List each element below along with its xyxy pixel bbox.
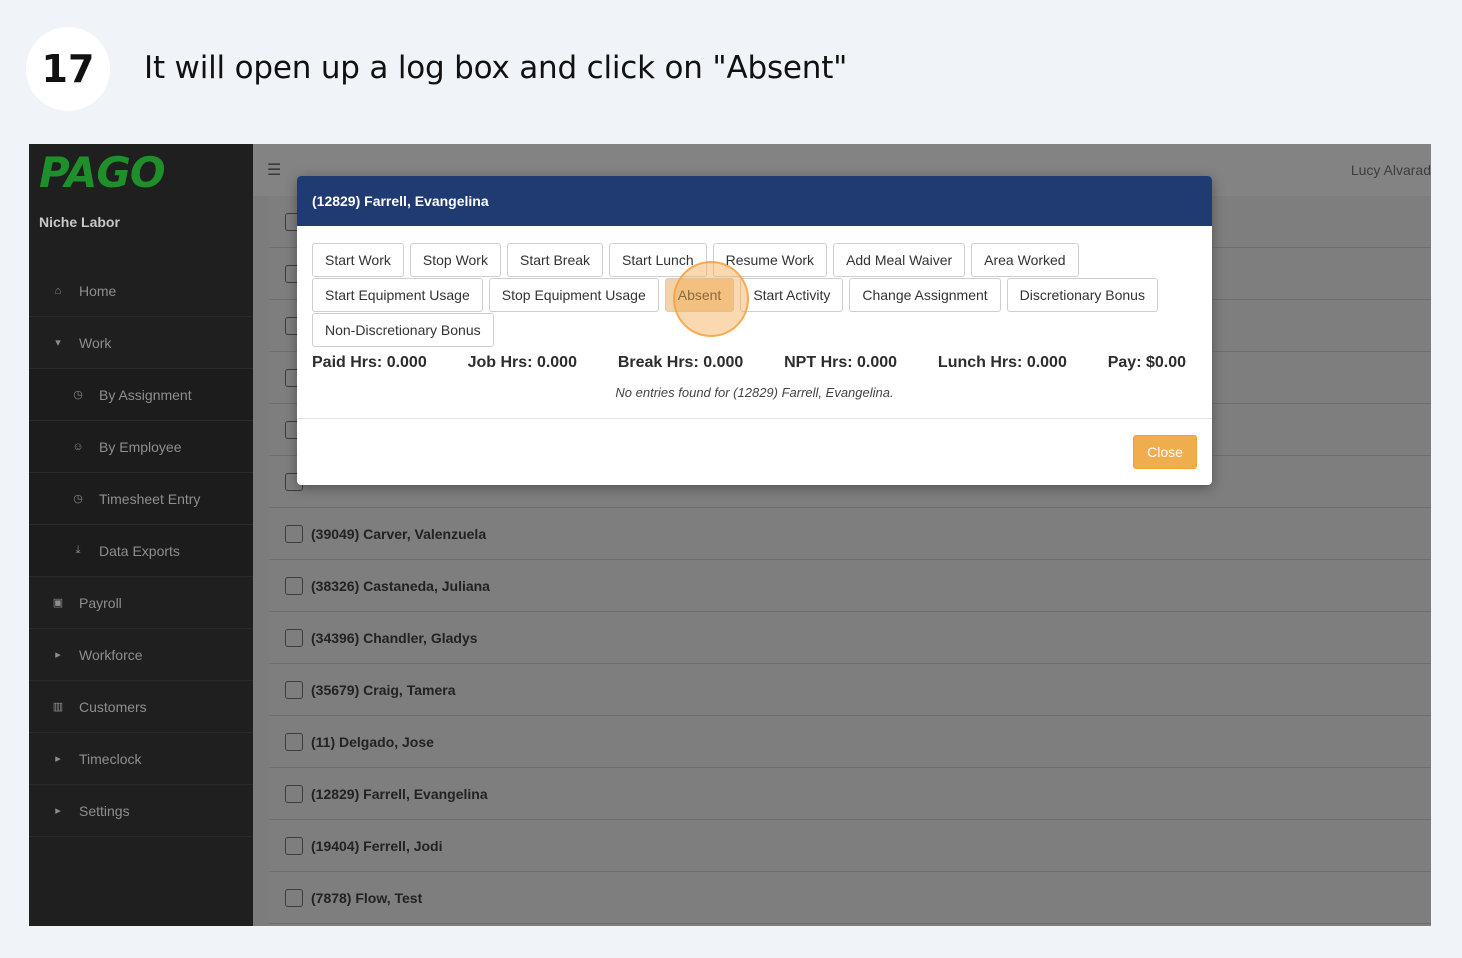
- employee-row[interactable]: (35679) Craig, Tamera: [269, 664, 1431, 716]
- divider: [297, 418, 1212, 419]
- modal-title: (12829) Farrell, Evangelina: [312, 193, 489, 209]
- discretionary-bonus-button[interactable]: Discretionary Bonus: [1006, 278, 1158, 312]
- caret-right-icon: ▸: [55, 753, 61, 765]
- employee-row[interactable]: (11) Delgado, Jose: [269, 716, 1431, 768]
- company-name: Niche Labor: [39, 214, 120, 230]
- user-name[interactable]: Lucy Alvarad: [1351, 162, 1431, 178]
- building-icon: ▥: [52, 701, 64, 713]
- step-number-badge: 17: [26, 27, 110, 111]
- add-meal-waiver-button[interactable]: Add Meal Waiver: [833, 243, 966, 277]
- sidebar-item[interactable]: ⌂ Home: [29, 265, 253, 317]
- stat-value: Lunch Hrs: 0.000: [937, 354, 1067, 371]
- download-icon: ⤓: [75, 544, 81, 556]
- caret-down-icon: ▾: [55, 337, 61, 349]
- no-entries-message: No entries found for (12829) Farrell, Ev…: [615, 385, 894, 400]
- sidebar-nav: ⌂ Home ▾ Work ◷ By Assignment ☺ By Employee ◷ Tim…: [29, 265, 253, 837]
- start-activity-button[interactable]: Start Activity: [740, 278, 844, 312]
- change-assignment-button[interactable]: Change Assignment: [849, 278, 1001, 312]
- users-icon: ☺: [72, 440, 84, 453]
- sidebar-item-label: By Employee: [99, 438, 182, 455]
- start-break-button[interactable]: Start Break: [506, 243, 604, 277]
- app-screenshot: PAGO Niche Labor ⌂ Home ▾ Work ◷ By Assignmen…: [29, 144, 1431, 926]
- area-worked-button[interactable]: Area Worked: [971, 243, 1079, 277]
- start-equipment-usage-button[interactable]: Start Equipment Usage: [312, 278, 483, 312]
- hours-summary: Paid Hrs: 0.000 Job Hrs: 0.000 Break Hrs: …: [312, 354, 1186, 372]
- sidebar-item-label: Home: [79, 282, 117, 299]
- money-icon: ▣: [52, 597, 64, 609]
- stat-value: Job Hrs: 0.000: [467, 354, 577, 371]
- sidebar-item-label: Payroll: [79, 594, 122, 611]
- sidebar-item-label: Timesheet Entry: [99, 490, 201, 507]
- employee-name[interactable]: (12829) Farrell, Evangelina: [311, 786, 488, 802]
- sidebar-item[interactable]: ▾ Work: [29, 317, 253, 369]
- button-row: Start Equipment Usage Stop Equipment Usag…: [312, 278, 1202, 312]
- caret-right-icon: ▸: [55, 649, 61, 661]
- employee-checkbox[interactable]: [285, 576, 303, 595]
- non-discretionary-bonus-button[interactable]: Non-Discretionary Bonus: [312, 313, 494, 347]
- start-work-button[interactable]: Start Work: [312, 243, 404, 277]
- employee-name[interactable]: (7878) Flow, Test: [311, 890, 422, 906]
- sidebar-item[interactable]: ▥ Customers: [29, 681, 253, 733]
- employee-row[interactable]: (12829) Farrell, Evangelina: [269, 768, 1431, 820]
- sidebar-item-label: By Assignment: [99, 386, 192, 403]
- button-row: Start Work Stop Work Start Break Start Lunc…: [312, 243, 1202, 277]
- sidebar-item-label: Workforce: [79, 646, 143, 663]
- home-icon: ⌂: [54, 284, 62, 297]
- employee-checkbox[interactable]: [285, 784, 303, 803]
- stat-value: Pay: $0.00: [1107, 354, 1186, 371]
- sidebar-item-label: Work: [79, 334, 112, 351]
- employee-name[interactable]: (39049) Carver, Valenzuela: [311, 526, 486, 542]
- stat-value: NPT Hrs: 0.000: [784, 354, 898, 371]
- clock-icon: ◷: [73, 493, 83, 505]
- employee-checkbox[interactable]: [285, 836, 303, 855]
- sidebar-item-label: Customers: [79, 698, 147, 715]
- clock-icon: ◷: [73, 389, 83, 401]
- employee-row[interactable]: (21762) Flynn, Herring: [269, 924, 1431, 926]
- stop-equipment-usage-button[interactable]: Stop Equipment Usage: [488, 278, 659, 312]
- button-row: Non-Discretionary Bonus: [312, 313, 1202, 347]
- employee-name[interactable]: (35679) Craig, Tamera: [311, 682, 455, 698]
- stat-value: Paid Hrs: 0.000: [312, 354, 427, 371]
- hamburger-menu-icon[interactable]: ☰: [267, 160, 281, 179]
- modal-header: (12829) Farrell, Evangelina: [297, 176, 1212, 226]
- stat-value: Break Hrs: 0.000: [617, 354, 744, 371]
- caret-right-icon: ▸: [55, 805, 61, 817]
- sidebar-item[interactable]: ☺ By Employee: [29, 421, 253, 473]
- close-button[interactable]: Close: [1133, 435, 1197, 469]
- sidebar-item-label: Timeclock: [79, 750, 142, 767]
- employee-checkbox[interactable]: [285, 524, 303, 543]
- click-indicator: [673, 261, 749, 337]
- action-buttons: Start Work Stop Work Start Break Start Lunc…: [312, 243, 1202, 348]
- sidebar-item-label: Settings: [79, 802, 130, 819]
- employee-name[interactable]: (34396) Chandler, Gladys: [311, 630, 478, 646]
- employee-row[interactable]: (7878) Flow, Test: [269, 872, 1431, 924]
- employee-checkbox[interactable]: [285, 888, 303, 907]
- sidebar-item[interactable]: ◷ By Assignment: [29, 369, 253, 421]
- sidebar-item[interactable]: ▸ Timeclock: [29, 733, 253, 785]
- employee-name[interactable]: (11) Delgado, Jose: [311, 734, 434, 750]
- sidebar-item[interactable]: ▸ Settings: [29, 785, 253, 837]
- employee-row[interactable]: (39049) Carver, Valenzuela: [269, 508, 1431, 560]
- pago-logo[interactable]: PAGO: [39, 148, 166, 197]
- sidebar: PAGO Niche Labor ⌂ Home ▾ Work ◷ By Assignmen…: [29, 144, 253, 926]
- sidebar-item-label: Data Exports: [99, 542, 180, 559]
- step-instruction: It will open up a log box and click on "…: [144, 50, 848, 86]
- stop-work-button[interactable]: Stop Work: [409, 243, 501, 277]
- sidebar-item[interactable]: ▸ Workforce: [29, 629, 253, 681]
- employee-checkbox[interactable]: [285, 628, 303, 647]
- employee-checkbox[interactable]: [285, 732, 303, 751]
- employee-row[interactable]: (19404) Ferrell, Jodi: [269, 820, 1431, 872]
- employee-name[interactable]: (38326) Castaneda, Juliana: [311, 578, 490, 594]
- sidebar-item[interactable]: ◷ Timesheet Entry: [29, 473, 253, 525]
- sidebar-item[interactable]: ⤓ Data Exports: [29, 525, 253, 577]
- employee-row[interactable]: (38326) Castaneda, Juliana: [269, 560, 1431, 612]
- employee-name[interactable]: (19404) Ferrell, Jodi: [311, 838, 443, 854]
- employee-checkbox[interactable]: [285, 680, 303, 699]
- sidebar-item[interactable]: ▣ Payroll: [29, 577, 253, 629]
- employee-log-modal: (12829) Farrell, Evangelina Start Work St…: [297, 176, 1212, 485]
- employee-row[interactable]: (34396) Chandler, Gladys: [269, 612, 1431, 664]
